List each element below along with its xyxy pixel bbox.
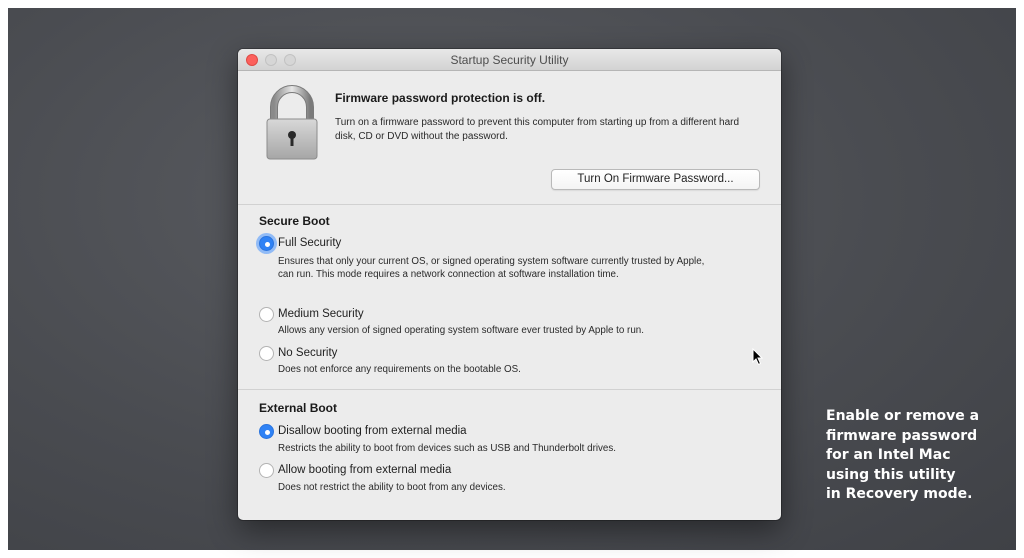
allow-external-boot-radio[interactable] [259, 463, 274, 478]
no-security-description: Does not enforce any requirements on the… [278, 364, 521, 375]
caption-text: Enable or remove a firmware password for… [826, 407, 1006, 505]
section-divider [238, 389, 781, 390]
firmware-description: Turn on a firmware password to prevent t… [335, 117, 740, 142]
caption-line: using this utility [826, 466, 956, 483]
full-security-label[interactable]: Full Security [278, 237, 341, 249]
medium-security-radio[interactable] [259, 307, 274, 322]
allow-external-boot-description: Does not restrict the ability to boot fr… [278, 482, 506, 493]
full-security-description: Ensures that only your current OS, or si… [278, 256, 705, 280]
padlock-icon [266, 85, 318, 160]
firmware-status-heading: Firmware password protection is off. [335, 91, 546, 105]
no-security-radio[interactable] [259, 346, 274, 361]
external-boot-heading: External Boot [259, 401, 338, 415]
no-security-label[interactable]: No Security [278, 347, 337, 359]
secure-boot-heading: Secure Boot [259, 214, 330, 228]
allow-external-boot-label[interactable]: Allow booting from external media [278, 464, 451, 476]
caption-line: Enable or remove a [826, 408, 980, 424]
disallow-external-boot-description: Restricts the ability to boot from devic… [278, 443, 616, 454]
mouse-pointer-icon [752, 348, 764, 366]
startup-security-utility-window: Startup Security Utility Firmware passwo… [238, 49, 781, 520]
medium-security-description: Allows any version of signed operating s… [278, 325, 644, 336]
disallow-external-boot-label[interactable]: Disallow booting from external media [278, 425, 467, 437]
window-title: Startup Security Utility [450, 53, 569, 67]
full-security-radio[interactable] [259, 236, 274, 251]
caption-line: firmware password [826, 427, 978, 444]
medium-security-label[interactable]: Medium Security [278, 308, 364, 320]
title-bar[interactable]: Startup Security Utility [238, 49, 781, 71]
caption-line: in Recovery mode. [826, 486, 973, 502]
disallow-external-boot-radio[interactable] [259, 424, 274, 439]
section-divider [238, 204, 781, 205]
caption-line: for an Intel Mac [826, 447, 951, 463]
turn-on-firmware-password-button[interactable]: Turn On Firmware Password... [551, 169, 760, 190]
